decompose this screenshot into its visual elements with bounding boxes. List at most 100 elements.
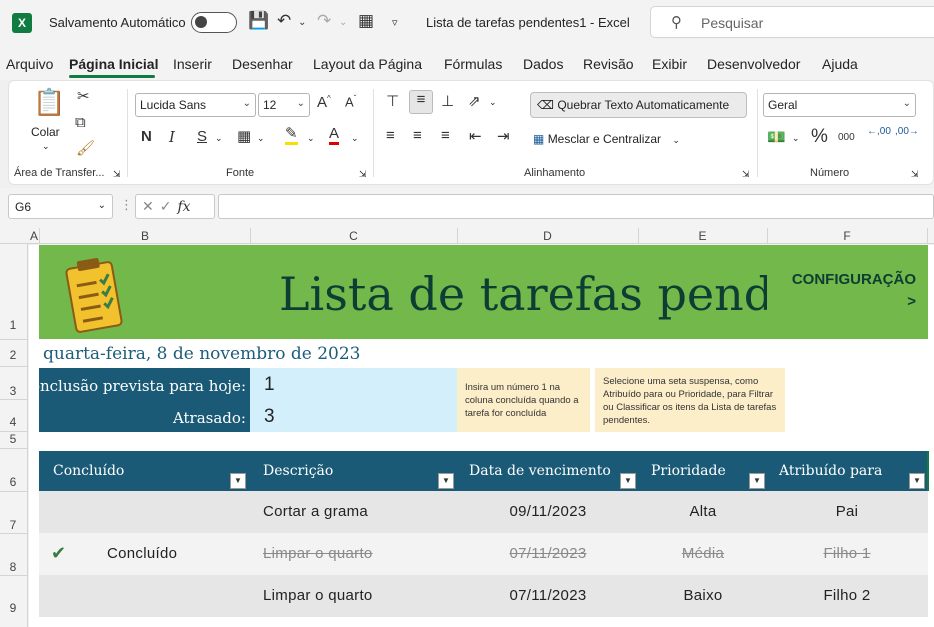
menu-ajuda[interactable]: Ajuda [822, 56, 858, 72]
cell-due-date[interactable]: 09/11/2023 [510, 503, 587, 520]
cell-assigned[interactable]: Pai [836, 503, 859, 520]
name-box[interactable]: G6 ⌄ [8, 194, 113, 219]
menu-inserir[interactable]: Inserir [173, 56, 212, 72]
merge-center-button[interactable]: ▦ Mesclar e Centralizar ⌄ [533, 132, 680, 146]
cancel-icon[interactable]: ✕ [142, 198, 160, 214]
cut-icon[interactable]: ✂ [77, 87, 90, 105]
align-left-icon[interactable]: ≡ [386, 127, 395, 144]
cell-description[interactable]: Limpar o quarto [263, 545, 373, 562]
row-header-7[interactable]: 7 [0, 518, 26, 532]
borders-dropdown-icon[interactable]: ⌄ [257, 133, 265, 144]
cell-assigned[interactable]: Filho 2 [823, 587, 870, 604]
search-box[interactable]: ⚲ Pesquisar [650, 6, 934, 38]
worksheet[interactable]: Lista de tarefas pendentes CONFIGURAÇÃO … [29, 245, 934, 627]
row-header-8[interactable]: 8 [0, 560, 26, 574]
number-format-select[interactable]: Geral ⌄ [763, 93, 916, 117]
italic-button[interactable]: I [169, 128, 175, 146]
cell-due-date[interactable]: 07/11/2023 [510, 545, 587, 562]
font-name-select[interactable]: Lucida Sans ⌄ [135, 93, 256, 117]
font-color-dropdown-icon[interactable]: ⌄ [351, 133, 359, 144]
undo-icon[interactable]: ↶ [277, 11, 291, 31]
align-middle-icon[interactable]: ≡ [409, 90, 433, 114]
orientation-dropdown-icon[interactable]: ⌄ [489, 97, 497, 108]
font-color-icon[interactable]: A [329, 126, 340, 145]
menu-dados[interactable]: Dados [523, 56, 563, 72]
underline-button[interactable]: S [197, 128, 207, 145]
percent-button[interactable]: % [811, 126, 828, 148]
undo-dropdown-icon[interactable]: ⌄ [298, 17, 306, 28]
decrease-decimal-button[interactable]: ,00→ [895, 127, 919, 137]
increase-indent-icon[interactable]: ⇥ [497, 127, 510, 145]
row-header-5[interactable]: 5 [0, 432, 26, 446]
filter-priority-icon[interactable]: ▼ [749, 473, 765, 489]
copy-icon[interactable]: ⧉ [75, 114, 86, 131]
filter-due-date-icon[interactable]: ▼ [620, 473, 636, 489]
format-painter-icon[interactable]: 🖌 [76, 139, 95, 157]
redo-icon[interactable]: ↷ [317, 11, 331, 31]
column-header-d[interactable]: D [457, 229, 638, 243]
fill-color-icon[interactable]: ✎ [285, 126, 298, 145]
configuration-link[interactable]: CONFIGURAÇÃO > [778, 245, 928, 339]
column-header-c[interactable]: C [250, 229, 457, 243]
table-row[interactable]: Limpar o quarto 07/11/2023 Baixo Filho 2 [39, 575, 928, 617]
decrease-font-icon[interactable]: Aˇ [345, 94, 356, 109]
column-header-f[interactable]: F [767, 229, 927, 243]
more-options-icon[interactable]: ⋮ [120, 197, 133, 213]
row-header-9[interactable]: 9 [0, 601, 26, 615]
cell-description[interactable]: Cortar a grama [263, 503, 368, 520]
cell-due-date[interactable]: 07/11/2023 [510, 587, 587, 604]
cell-done[interactable]: Concluído [107, 545, 177, 562]
menu-arquivo[interactable]: Arquivo [6, 56, 53, 72]
thousands-button[interactable]: 000 [838, 132, 855, 143]
menu-desenhar[interactable]: Desenhar [232, 56, 293, 72]
customize-toolbar-icon[interactable]: ▿ [392, 16, 398, 29]
column-header-b[interactable]: B [40, 229, 250, 243]
align-center-icon[interactable]: ≡ [413, 127, 422, 144]
align-bottom-icon[interactable]: ⊥ [441, 92, 454, 110]
insert-function-button[interactable]: fx [177, 199, 190, 215]
filter-description-icon[interactable]: ▼ [438, 473, 454, 489]
decrease-indent-icon[interactable]: ⇤ [469, 127, 482, 145]
align-right-icon[interactable]: ≡ [441, 127, 450, 144]
font-launcher-icon[interactable]: ⇲ [359, 169, 367, 180]
row-header-2[interactable]: 2 [0, 348, 26, 362]
alignment-launcher-icon[interactable]: ⇲ [742, 169, 750, 180]
font-size-select[interactable]: 12 ⌄ [258, 93, 310, 117]
redo-dropdown-icon[interactable]: ⌄ [339, 17, 347, 28]
save-icon[interactable]: 💾 [248, 11, 269, 31]
borders-icon[interactable]: ▦ [237, 127, 251, 145]
paste-icon[interactable]: 📋 [33, 87, 65, 118]
orientation-icon[interactable]: ⇗ [468, 92, 481, 110]
cell-priority[interactable]: Alta [689, 503, 716, 520]
cell-assigned[interactable]: Filho 1 [823, 545, 870, 562]
clipboard-launcher-icon[interactable]: ⇲ [113, 169, 121, 180]
cell-description[interactable]: Limpar o quarto [263, 587, 373, 604]
formula-input[interactable] [218, 194, 934, 219]
wrap-text-button[interactable]: ⌫ Quebrar Texto Automaticamente [530, 92, 747, 118]
table-row[interactable]: Cortar a grama 09/11/2023 Alta Pai [39, 491, 928, 533]
enter-icon[interactable]: ✓ [160, 198, 178, 214]
currency-icon[interactable]: 💵 [767, 128, 786, 146]
row-header-6[interactable]: 6 [0, 475, 26, 489]
menu-pagina-inicial[interactable]: Página Inicial [69, 56, 158, 72]
increase-font-icon[interactable]: A^ [317, 94, 331, 111]
paste-label[interactable]: Colar [31, 125, 60, 139]
cell-priority[interactable]: Média [682, 545, 724, 562]
row-header-4[interactable]: 4 [0, 415, 26, 429]
table-row[interactable]: ✔ Concluído Limpar o quarto 07/11/2023 M… [39, 533, 928, 575]
currency-dropdown-icon[interactable]: ⌄ [792, 133, 800, 144]
cell-priority[interactable]: Baixo [683, 587, 722, 604]
due-today-value[interactable]: 1 [264, 374, 275, 396]
column-header-e[interactable]: E [638, 229, 767, 243]
fill-color-dropdown-icon[interactable]: ⌄ [307, 133, 315, 144]
number-launcher-icon[interactable]: ⇲ [911, 169, 919, 180]
row-header-1[interactable]: 1 [0, 318, 26, 332]
bold-button[interactable]: N [141, 128, 152, 145]
autosave-toggle[interactable] [191, 12, 237, 33]
filter-done-icon[interactable]: ▼ [230, 473, 246, 489]
menu-desenvolvedor[interactable]: Desenvolvedor [707, 56, 800, 72]
increase-decimal-button[interactable]: ←,00 [867, 127, 891, 137]
align-top-icon[interactable]: ⊤ [386, 92, 399, 110]
menu-revisao[interactable]: Revisão [583, 56, 634, 72]
menu-formulas[interactable]: Fórmulas [444, 56, 502, 72]
